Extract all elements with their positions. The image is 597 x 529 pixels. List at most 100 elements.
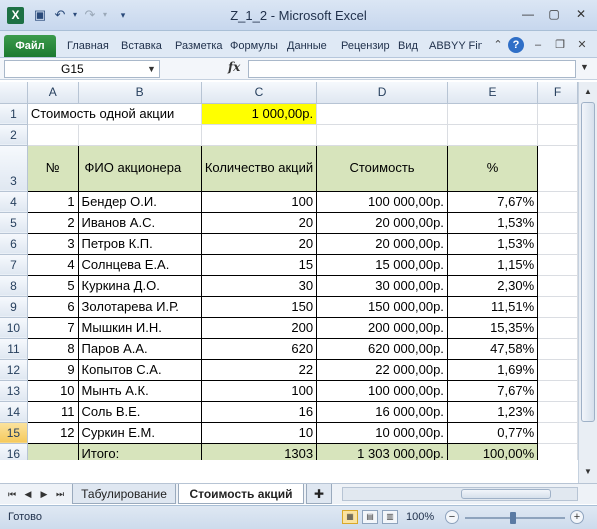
ribbon-minimize-icon[interactable]: ⌃ (490, 37, 506, 53)
cell[interactable] (537, 443, 578, 460)
shareholder-name[interactable]: Куркина Д.О. (77, 274, 202, 297)
name-box-dropdown-icon[interactable]: ▼ (147, 61, 156, 77)
shareholder-qty[interactable]: 16 (200, 400, 318, 423)
cell[interactable] (447, 124, 539, 146)
shareholder-num[interactable]: 4 (26, 253, 79, 276)
row-header[interactable]: 10 (0, 317, 28, 339)
tab-review[interactable]: Рецензир (341, 37, 391, 55)
shareholder-qty[interactable]: 30 (200, 274, 318, 297)
shareholder-name[interactable]: Суркин Е.М. (77, 421, 202, 444)
first-sheet-icon[interactable]: ⏮ (6, 488, 18, 500)
shareholder-qty[interactable]: 20 (200, 211, 318, 234)
shareholder-num[interactable]: 2 (26, 211, 79, 234)
tab-insert[interactable]: Вставка (121, 37, 167, 55)
cell[interactable] (316, 124, 448, 146)
shareholder-name[interactable]: Мышкин И.Н. (77, 316, 202, 339)
shareholder-cost[interactable]: 200 000,00р. (316, 316, 448, 339)
cell[interactable] (537, 254, 578, 276)
cell[interactable] (537, 296, 578, 318)
row-header[interactable]: 5 (0, 212, 28, 234)
shareholder-name[interactable]: Паров А.А. (77, 337, 202, 360)
cell[interactable] (316, 103, 448, 125)
cell[interactable] (537, 233, 578, 255)
insert-function-icon[interactable]: fx (228, 60, 240, 74)
shareholder-name[interactable]: Иванов А.С. (77, 211, 202, 234)
shareholder-cost[interactable]: 20 000,00р. (316, 211, 448, 234)
shareholder-qty[interactable]: 20 (200, 232, 318, 255)
cell[interactable] (537, 422, 578, 444)
total-cost[interactable]: 1 303 000,00р. (316, 442, 448, 460)
shareholder-name[interactable]: Бендер О.И. (77, 190, 202, 213)
shareholder-num[interactable]: 9 (26, 358, 79, 381)
tab-home[interactable]: Главная (67, 37, 115, 55)
shareholder-name[interactable]: Золотарева И.Р. (77, 295, 202, 318)
header-qty[interactable]: Количество акций (200, 144, 318, 192)
help-icon[interactable]: ? (508, 37, 524, 53)
tab-abbyy[interactable]: ABBYY Fin (429, 37, 482, 55)
horizontal-scrollbar[interactable] (342, 487, 578, 501)
shareholder-num[interactable]: 12 (26, 421, 79, 444)
shareholder-cost[interactable]: 22 000,00р. (316, 358, 448, 381)
cell[interactable] (537, 103, 578, 125)
shareholder-qty[interactable]: 200 (200, 316, 318, 339)
shareholder-num[interactable]: 11 (26, 400, 79, 423)
cell[interactable] (537, 338, 578, 360)
shareholder-pct[interactable]: 1,69% (446, 358, 539, 381)
cell[interactable] (537, 380, 578, 402)
normal-view-icon[interactable]: ▦ (342, 510, 358, 524)
prev-sheet-icon[interactable]: ◀ (22, 488, 34, 500)
shareholder-name[interactable]: Копытов С.А. (77, 358, 202, 381)
row-header[interactable]: 3 (0, 145, 28, 192)
shareholder-cost[interactable]: 15 000,00р. (316, 253, 448, 276)
row-header[interactable]: 9 (0, 296, 28, 318)
shareholder-qty[interactable]: 22 (200, 358, 318, 381)
next-sheet-icon[interactable]: ▶ (38, 488, 50, 500)
cell[interactable] (201, 124, 318, 146)
cell[interactable] (537, 124, 578, 146)
column-header-a[interactable]: A (27, 82, 79, 104)
row-header[interactable]: 4 (0, 191, 28, 213)
shareholder-num[interactable]: 10 (26, 379, 79, 402)
cell[interactable] (537, 359, 578, 381)
row-header[interactable]: 7 (0, 254, 28, 276)
column-header-b[interactable]: B (78, 82, 202, 104)
shareholder-name[interactable]: Мынть А.К. (77, 379, 202, 402)
cell[interactable] (537, 145, 578, 192)
zoom-in-icon[interactable]: + (570, 510, 584, 524)
expand-formula-bar-icon[interactable]: ▼ (580, 62, 589, 72)
shareholder-num[interactable]: 6 (26, 295, 79, 318)
doc-restore-icon[interactable]: ❐ (552, 37, 568, 53)
shareholder-cost[interactable]: 100 000,00р. (316, 190, 448, 213)
shareholder-pct[interactable]: 7,67% (446, 190, 539, 213)
row-header[interactable]: 6 (0, 233, 28, 255)
shareholder-qty[interactable]: 100 (200, 190, 318, 213)
shareholder-cost[interactable]: 620 000,00р. (316, 337, 448, 360)
shareholder-name[interactable]: Петров К.П. (77, 232, 202, 255)
doc-minimize-icon[interactable]: – (530, 37, 546, 53)
shareholder-cost[interactable]: 150 000,00р. (316, 295, 448, 318)
column-header-f[interactable]: F (537, 82, 578, 104)
row-header[interactable]: 13 (0, 380, 28, 402)
shareholder-cost[interactable]: 100 000,00р. (316, 379, 448, 402)
minimize-icon[interactable]: — (516, 5, 540, 23)
shareholder-name[interactable]: Солнцева Е.А. (77, 253, 202, 276)
name-box[interactable]: G15 (4, 60, 160, 78)
tab-view[interactable]: Вид (398, 37, 420, 55)
header-cost[interactable]: Стоимость (316, 144, 448, 192)
row-header[interactable]: 8 (0, 275, 28, 297)
total-pct[interactable]: 100,00% (446, 442, 539, 460)
header-name[interactable]: ФИО акционера (77, 144, 202, 192)
shareholder-cost[interactable]: 10 000,00р. (316, 421, 448, 444)
shareholder-num[interactable]: 3 (26, 232, 79, 255)
share-price-label[interactable]: Стоимость одной акции (27, 103, 202, 125)
shareholder-qty[interactable]: 620 (200, 337, 318, 360)
shareholder-qty[interactable]: 15 (200, 253, 318, 276)
vertical-scroll-thumb[interactable] (581, 102, 595, 422)
shareholder-name[interactable]: Соль В.Е. (77, 400, 202, 423)
shareholder-pct[interactable]: 1,53% (446, 232, 539, 255)
shareholder-num[interactable]: 5 (26, 274, 79, 297)
shareholder-pct[interactable]: 1,53% (446, 211, 539, 234)
shareholder-qty[interactable]: 150 (200, 295, 318, 318)
tab-page-layout[interactable]: Разметка (175, 37, 224, 55)
shareholder-cost[interactable]: 16 000,00р. (316, 400, 448, 423)
